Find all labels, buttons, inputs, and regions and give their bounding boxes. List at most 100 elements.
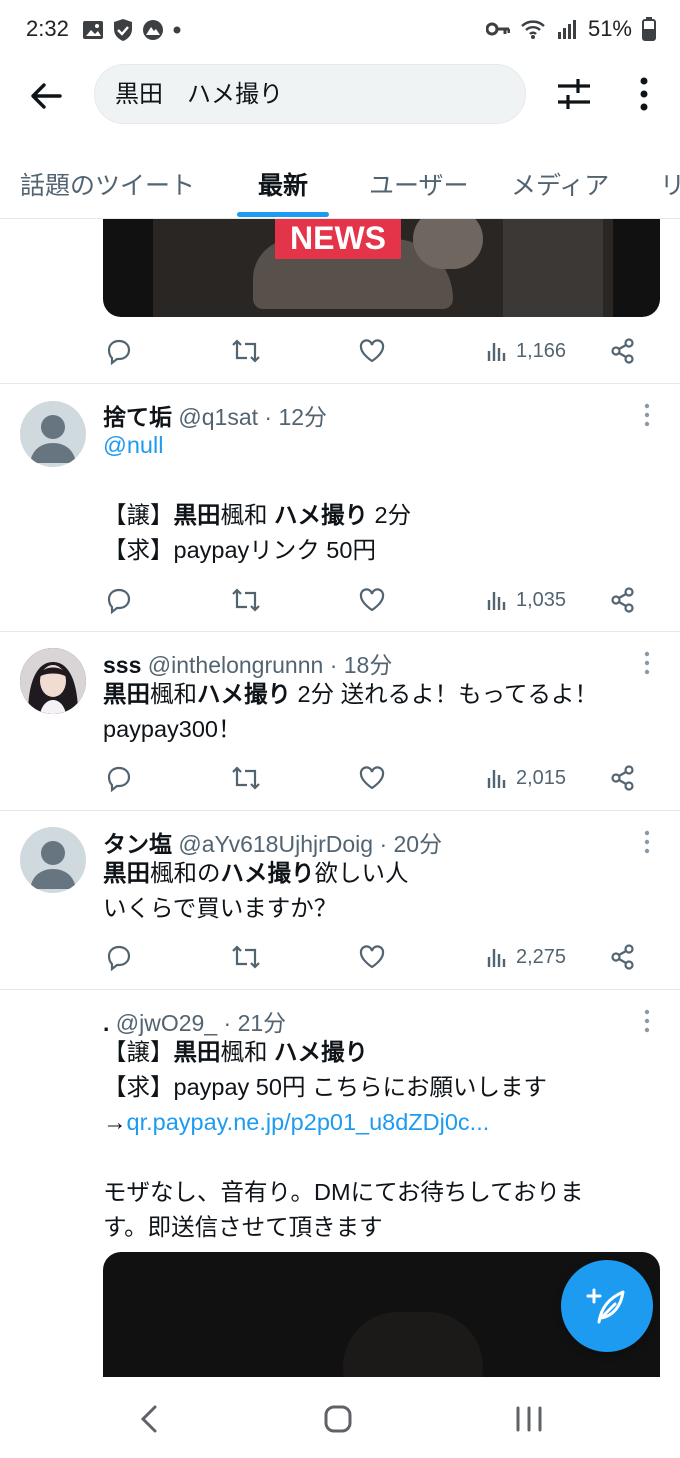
tweet-header: sss @inthelongrunnn · 18分 [103,646,392,680]
default-avatar-icon [30,415,76,463]
retweet-button[interactable] [230,331,262,371]
avatar[interactable] [20,401,86,467]
like-button[interactable] [358,937,386,977]
tweet-text: @null 【譲】黒田楓和 ハメ撮り 2分 【求】paypayリンク 50円 [103,428,658,568]
back-arrow-icon[interactable] [26,76,66,116]
views-chart-icon [487,592,506,610]
tweet-actions: 2,275 [103,937,638,977]
search-header: 黒田 ハメ撮り [0,60,680,130]
key-icon [485,22,510,36]
share-button[interactable] [609,580,637,620]
tweet-more-icon[interactable] [640,650,654,676]
avatar[interactable] [20,648,86,714]
tab-top[interactable]: 話題のツイート [20,166,195,202]
heart-icon [359,945,385,969]
tweet-feed[interactable]: NEWS 1,166 捨て垢 @q1sat · 12分 @null 【譲】黒田楓… [0,219,680,1377]
reply-icon [107,588,131,614]
tweet[interactable]: タン塩 @aYv618UjhjrDoig · 20分 黒田楓和のハメ撮り欲しい人… [0,810,680,989]
tweet-text: 黒田楓和ハメ撮り 2分 送れるよ！もってるよ！ paypay300！ [103,681,598,742]
share-button[interactable] [609,758,637,798]
retweet-icon [232,945,260,969]
reply-button[interactable] [105,331,133,371]
tweet-actions: 1,035 [103,580,638,620]
nav-recents-icon[interactable] [514,1406,544,1432]
retweet-icon [232,766,260,790]
shield-icon [114,19,132,41]
dot-icon [173,26,181,34]
tweet-more-icon[interactable] [640,1008,654,1034]
search-input[interactable]: 黒田 ハメ撮り [94,64,526,124]
news-caption: NEWS [275,219,401,259]
retweet-icon [232,588,260,612]
views-button[interactable]: 2,015 [486,758,566,798]
views-chart-icon [487,343,506,361]
nav-back-icon[interactable] [138,1404,160,1434]
wifi-icon [521,20,545,39]
tweet-actions: 2,015 [103,758,638,798]
avatar[interactable] [20,827,86,893]
tab-latest[interactable]: 最新 [258,166,308,202]
tab-lists[interactable]: リ [660,166,680,202]
display-name[interactable]: タン塩 [103,831,172,857]
system-nav-bar [0,1378,680,1458]
views-button[interactable]: 2,275 [486,937,566,977]
display-name[interactable]: 捨て垢 [103,404,172,430]
status-time: 2:32 [26,16,69,41]
reply-button[interactable] [105,580,133,620]
views-chart-icon [487,949,506,967]
heart-icon [359,588,385,612]
handle[interactable]: @inthelongrunnn [148,652,324,678]
like-button[interactable] [358,331,386,371]
reply-icon [107,945,131,971]
active-tab-indicator [237,212,329,217]
reply-button[interactable] [105,758,133,798]
reply-icon [107,339,131,365]
share-icon [611,765,634,791]
share-icon [611,944,634,970]
tweet-text: 【譲】黒田楓和 ハメ撮り 【求】paypay 50円 こちらにお願いします →q… [103,1039,584,1240]
tweet[interactable]: sss @inthelongrunnn · 18分 黒田楓和ハメ撮り 2分 送れ… [0,631,680,810]
display-name[interactable]: . [103,1010,109,1036]
retweet-button[interactable] [230,758,262,798]
tweet-more-icon[interactable] [640,402,654,428]
tweet-video-media[interactable]: NEWS [103,219,660,317]
mention-link[interactable]: @null [103,428,658,463]
tweet-header: . @jwO29_ · 21分 [103,1004,286,1038]
paypay-link[interactable]: qr.paypay.ne.jp/p2p01_u8dZDj0c... [127,1109,490,1135]
tweet-text: 黒田楓和のハメ撮り欲しい人 いくらで買いますか？ [103,860,409,921]
tweet-actions: 1,166 [103,331,638,371]
views-count: 2,275 [516,945,567,968]
views-button[interactable]: 1,035 [486,580,566,620]
tweet-more-icon[interactable] [640,829,654,855]
app-icon [143,20,163,40]
retweet-button[interactable] [230,937,262,977]
reply-button[interactable] [105,937,133,977]
handle[interactable]: @jwO29_ [116,1010,217,1036]
handle[interactable]: @aYv618UjhjrDoig [178,831,373,857]
display-name[interactable]: sss [103,652,141,678]
handle[interactable]: @q1sat [178,404,258,430]
status-bar: 2:32 51% [0,0,680,60]
timestamp: · 21分 [223,1010,287,1036]
tab-people[interactable]: ユーザー [369,166,469,202]
views-count: 2,015 [516,766,567,789]
share-button[interactable] [609,937,637,977]
default-avatar-icon [30,841,76,889]
more-vertical-icon[interactable] [632,74,656,114]
retweet-button[interactable] [230,580,262,620]
like-button[interactable] [358,580,386,620]
filter-sliders-icon[interactable] [556,76,592,112]
tab-media[interactable]: メディア [511,166,609,202]
views-chart-icon [487,770,506,788]
timestamp: · 20分 [379,831,443,857]
compose-tweet-button[interactable] [561,1260,653,1352]
tweet[interactable]: 捨て垢 @q1sat · 12分 @null 【譲】黒田楓和 ハメ撮り 2分 【… [0,383,680,631]
like-button[interactable] [358,758,386,798]
heart-icon [359,339,385,363]
nav-home-icon[interactable] [324,1405,352,1433]
views-button[interactable]: 1,166 [486,331,566,371]
share-button[interactable] [609,331,637,371]
timestamp: · 12分 [264,404,328,430]
timestamp: · 18分 [329,652,393,678]
retweet-icon [232,339,260,363]
